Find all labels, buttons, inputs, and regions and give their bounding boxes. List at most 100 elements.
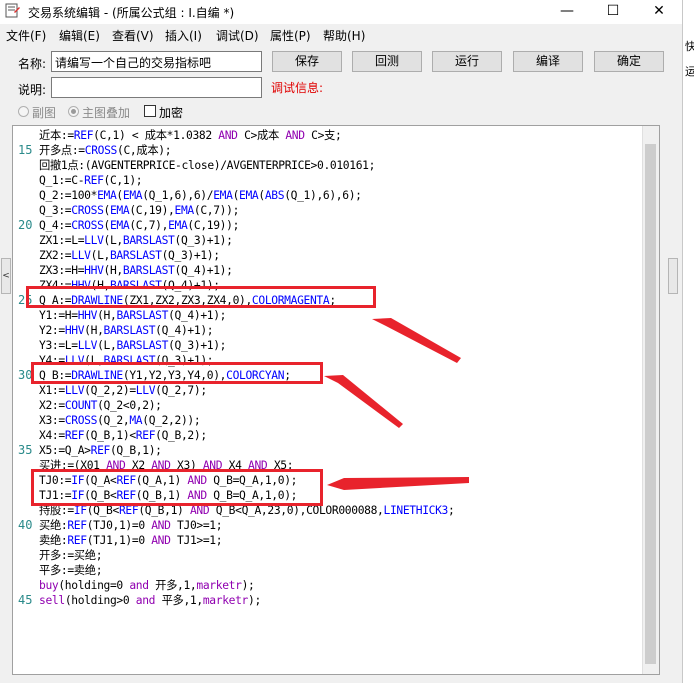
run-button[interactable]: 运行 — [432, 51, 502, 72]
save-button[interactable]: 保存 — [272, 51, 342, 72]
code-text-token: X4:= — [39, 429, 65, 442]
code-line[interactable]: sell(holding>0 and 平多,1,marketr); — [39, 593, 261, 608]
code-line[interactable]: Y2:=HHV(H,BARSLAST(Q_4)+1); — [39, 323, 214, 338]
code-text-token: (TJ0,1)=0 — [86, 519, 152, 532]
code-function-token: EMA — [122, 189, 143, 202]
code-line[interactable]: 平多:=卖绝; — [39, 563, 103, 578]
code-text-token: (L, — [103, 234, 124, 247]
code-text-token: (C,成本); — [117, 144, 172, 157]
code-function-token: REF — [67, 534, 87, 547]
vertical-scrollbar[interactable] — [642, 126, 659, 674]
code-text-token: 买绝: — [39, 519, 68, 532]
code-keyword-token: marketr — [196, 579, 242, 592]
scrollbar-thumb[interactable] — [645, 144, 656, 664]
code-line[interactable]: buy(holding=0 and 开多,1,marketr); — [39, 578, 255, 593]
ok-button[interactable]: 确定 — [594, 51, 664, 72]
code-function-token: LLV — [71, 249, 91, 262]
highlight-box-qb — [31, 362, 323, 384]
maximize-button[interactable]: ☐ — [590, 0, 636, 24]
code-text-token: (H, — [103, 264, 124, 277]
window-title: 交易系统编辑 - (所属公式组 : I.自编 *) — [28, 6, 235, 20]
menu-view[interactable]: 查看(V) — [112, 27, 154, 44]
code-text-token: (C,19)); — [187, 219, 240, 232]
code-function-token: ABS — [264, 189, 285, 202]
app-icon — [5, 3, 20, 18]
code-keyword-token: AND — [151, 519, 171, 532]
code-keyword-token: AND — [285, 129, 305, 142]
code-line[interactable]: X1:=LLV(Q_2,2)=LLV(Q_2,7); — [39, 383, 207, 398]
mainchart-radio[interactable] — [68, 106, 79, 117]
code-keyword-token: buy — [39, 579, 59, 592]
code-line[interactable]: Q_1:=C-REF(C,1); — [39, 173, 143, 188]
code-line[interactable]: Y3:=L=LLV(L,BARSLAST(Q_3)+1); — [39, 338, 226, 353]
code-function-token: LLV — [77, 339, 98, 352]
subchart-radio-label: 副图 — [32, 106, 57, 120]
menu-edit[interactable]: 编辑(E) — [59, 27, 100, 44]
code-line[interactable]: 卖绝:REF(TJ1,1)=0 AND TJ1>=1; — [39, 533, 223, 548]
rollback-button[interactable]: 回测 — [352, 51, 422, 72]
code-line[interactable]: 近本:=REF(C,1) < 成本*1.0382 AND C>成本 AND C>… — [39, 128, 342, 143]
code-function-token: BARSLAST — [116, 309, 169, 322]
mainchart-radio-label: 主图叠加 — [82, 106, 131, 120]
name-label: 名称: — [18, 57, 47, 71]
code-line[interactable]: 开多:=买绝; — [39, 548, 103, 563]
code-text-token: C>成本 — [237, 129, 286, 142]
left-collapse-tab[interactable]: < — [1, 258, 11, 294]
highlight-box-tj — [31, 469, 323, 506]
code-line[interactable]: X2:=COUNT(Q_2<0,2); — [39, 398, 162, 413]
subchart-radio[interactable] — [18, 106, 29, 117]
code-line[interactable]: X5:=Q_A>REF(Q_B,1); — [39, 443, 162, 458]
code-function-token: BARSLAST — [116, 339, 169, 352]
line-number-gutter: 15 20 25 30 35 40 45 — [13, 126, 37, 674]
code-line[interactable]: Y1:=H=HHV(H,BARSLAST(Q_4)+1); — [39, 308, 226, 323]
code-text-token: (Q_1,6),6)/ — [142, 189, 214, 202]
code-line[interactable]: 回撤1点:(AVGENTERPRICE-close)/AVGENTERPRICE… — [39, 158, 375, 173]
name-field[interactable]: 请编写一个自己的交易指标吧 — [51, 51, 262, 72]
code-line[interactable]: Q_3:=CROSS(EMA(C,19),EMA(C,7)); — [39, 203, 239, 218]
code-text-token: 开多:=买绝; — [39, 549, 103, 562]
menu-insert[interactable]: 插入(I) — [165, 27, 202, 44]
code-keyword-token: marketr — [202, 594, 249, 607]
code-line[interactable]: ZX2:=LLV(L,BARSLAST(Q_3)+1); — [39, 248, 220, 263]
code-keyword-token: and — [135, 594, 156, 607]
menu-debug[interactable]: 调试(D) — [216, 27, 259, 44]
code-line[interactable]: 开多点:=CROSS(C,成本); — [39, 143, 172, 158]
code-text-token: Y1:=H= — [39, 309, 78, 322]
right-panel-char-2: 运 — [685, 65, 694, 78]
code-text-token: X3:= — [39, 414, 65, 427]
code-line[interactable]: ZX3:=H=HHV(H,BARSLAST(Q_4)+1); — [39, 263, 233, 278]
code-function-token: EMA — [174, 204, 195, 217]
menu-properties[interactable]: 属性(P) — [270, 27, 311, 44]
code-editor[interactable]: 15 20 25 30 35 40 45 近本:=REF(C,1) < 成本*1.0382 … — [12, 125, 660, 675]
code-text-token: TJ1>=1; — [170, 534, 223, 547]
code-line[interactable]: 买绝:REF(TJ0,1)=0 AND TJ0>=1; — [39, 518, 223, 533]
code-text-token: (Q_3)+1); — [161, 249, 220, 262]
menu-help[interactable]: 帮助(H) — [323, 27, 365, 44]
code-text-token: 平多:=卖绝; — [39, 564, 103, 577]
description-field[interactable] — [51, 77, 262, 98]
code-line[interactable]: X3:=CROSS(Q_2,MA(Q_2,2)); — [39, 413, 201, 428]
code-text-token: (C,7), — [129, 219, 169, 232]
code-text-token: ZX2:= — [39, 249, 72, 262]
compile-button[interactable]: 编译 — [513, 51, 583, 72]
debug-info-label: 调试信息: — [271, 81, 324, 95]
code-function-token: HHV — [77, 309, 98, 322]
code-text-token: X5:=Q_A> — [39, 444, 91, 457]
menu-file[interactable]: 文件(F) — [6, 27, 46, 44]
code-text-token: Y3:=L= — [39, 339, 78, 352]
code-line[interactable]: ZX1:=L=LLV(L,BARSLAST(Q_3)+1); — [39, 233, 233, 248]
code-text-token: (Q_2, — [97, 414, 130, 427]
code-line[interactable]: Q_4:=CROSS(EMA(C,7),EMA(C,19)); — [39, 218, 239, 233]
code-text-token: (Q_2<0,2); — [97, 399, 162, 412]
minimize-button[interactable]: — — [544, 0, 590, 24]
code-text-token: X2:= — [39, 399, 65, 412]
code-line[interactable]: Q_2:=100*EMA(EMA(Q_1,6),6)/EMA(EMA(ABS(Q… — [39, 188, 362, 203]
code-function-token: BARSLAST — [109, 249, 162, 262]
close-button[interactable]: ✕ — [636, 0, 682, 24]
encrypt-checkbox[interactable] — [144, 105, 156, 117]
right-collapse-tab[interactable] — [668, 258, 678, 294]
line-number: 40 — [18, 518, 33, 532]
code-function-token: LLV — [84, 234, 104, 247]
highlight-box-qa — [26, 286, 376, 308]
code-line[interactable]: X4:=REF(Q_B,1)<REF(Q_B,2); — [39, 428, 207, 443]
